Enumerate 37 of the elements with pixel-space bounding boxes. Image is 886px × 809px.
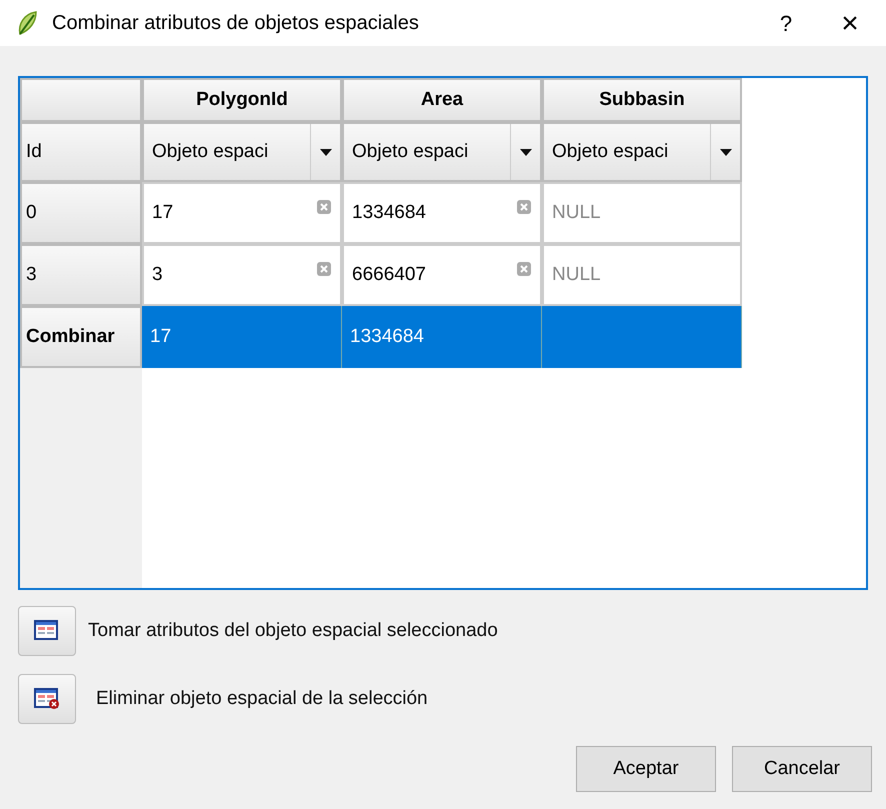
table-cell: 1334684: [342, 306, 542, 368]
leaf-icon: [16, 10, 40, 36]
value-field[interactable]: NULL: [542, 182, 742, 244]
caret-icon: [520, 148, 532, 156]
table-cell: 17: [142, 306, 342, 368]
remove-feature-button[interactable]: [18, 674, 76, 724]
clear-icon[interactable]: [316, 199, 332, 215]
value-field[interactable]: 1334684: [342, 182, 542, 244]
value-field[interactable]: 3: [142, 244, 342, 306]
value-field[interactable]: 17: [142, 182, 342, 244]
close-button[interactable]: ×: [830, 0, 870, 46]
value-field[interactable]: NULL: [542, 244, 742, 306]
feature-dropdown[interactable]: Objeto espaci: [542, 122, 742, 182]
action-label: Tomar atributos del objeto espacial seleccionado: [88, 618, 498, 643]
row-header: Id: [20, 122, 142, 182]
help-button[interactable]: ?: [766, 6, 806, 40]
table-icon: [34, 620, 60, 642]
clear-icon[interactable]: [516, 199, 532, 215]
column-header[interactable]: PolygonId: [142, 78, 342, 122]
action-label: Eliminar objeto espacial de la selección: [96, 686, 428, 711]
feature-dropdown[interactable]: Objeto espaci: [342, 122, 542, 182]
row-header[interactable]: Combinar: [20, 306, 142, 368]
clear-icon[interactable]: [516, 261, 532, 277]
cancel-button[interactable]: Cancelar: [732, 746, 872, 792]
window-title: Combinar atributos de objetos espaciales: [52, 11, 419, 36]
table-remove-icon: [34, 688, 60, 710]
row-header[interactable]: 0: [20, 182, 142, 244]
caret-icon: [320, 148, 332, 156]
clear-icon[interactable]: [316, 261, 332, 277]
column-header[interactable]: Area: [342, 78, 542, 122]
take-attributes-button[interactable]: [18, 606, 76, 656]
caret-icon: [720, 148, 732, 156]
feature-dropdown[interactable]: Objeto espaci: [142, 122, 342, 182]
accept-button[interactable]: Aceptar: [576, 746, 716, 792]
value-field[interactable]: 6666407: [342, 244, 542, 306]
row-header[interactable]: 3: [20, 244, 142, 306]
column-header[interactable]: Subbasin: [542, 78, 742, 122]
